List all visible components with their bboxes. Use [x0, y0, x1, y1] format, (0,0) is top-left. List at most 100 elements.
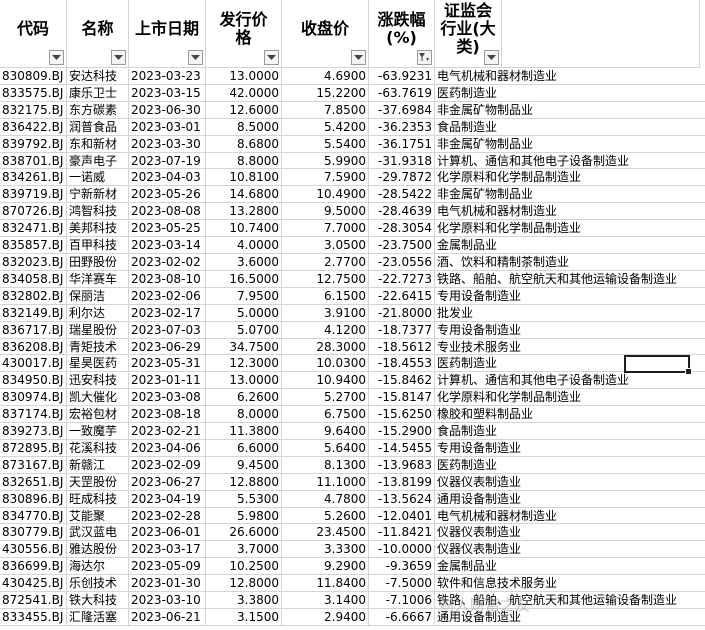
table-cell[interactable]: 830809.BJ — [0, 68, 67, 85]
table-cell[interactable]: 8.6800 — [206, 135, 282, 153]
table-cell[interactable]: 专用设备制造业 — [435, 322, 705, 339]
table-cell[interactable]: 12.3000 — [206, 355, 282, 373]
table-cell[interactable]: -15.6250 — [369, 406, 435, 424]
table-cell[interactable]: 计算机、通信和其他电子设备制造业 — [435, 153, 705, 170]
table-cell[interactable]: 430556.BJ — [0, 541, 67, 559]
table-cell[interactable]: 2023-01-11 — [129, 372, 206, 390]
table-cell[interactable]: 834058.BJ — [0, 270, 67, 288]
table-cell[interactable]: 食品制造业 — [435, 423, 705, 440]
table-cell[interactable]: 832802.BJ — [0, 287, 67, 305]
table-cell[interactable]: 6.1500 — [282, 287, 369, 305]
table-cell[interactable]: 4.7800 — [282, 490, 369, 508]
table-cell[interactable]: -15.2900 — [369, 423, 435, 440]
table-cell[interactable]: 2023-03-10 — [129, 592, 206, 609]
table-cell[interactable]: 2023-08-08 — [129, 203, 206, 221]
table-cell[interactable]: 武汉蓝电 — [67, 524, 129, 542]
table-cell[interactable]: 11.8400 — [282, 575, 369, 593]
table-cell[interactable]: 5.6400 — [282, 439, 369, 457]
table-cell[interactable]: 医药制造业 — [435, 457, 705, 474]
table-cell[interactable]: 833455.BJ — [0, 609, 67, 626]
table-cell[interactable]: 5.9900 — [282, 152, 369, 170]
table-cell[interactable]: 832175.BJ — [0, 101, 67, 119]
table-cell[interactable]: 非金属矿物制品业 — [435, 102, 705, 119]
table-cell[interactable]: 3.1500 — [206, 609, 282, 626]
table-cell[interactable]: 乐创技术 — [67, 575, 129, 593]
table-cell[interactable]: 8.5000 — [206, 118, 282, 136]
table-cell[interactable]: 电气机械和器材制造业 — [435, 68, 705, 85]
table-cell[interactable]: 迅安科技 — [67, 372, 129, 390]
table-cell[interactable]: 宁新新材 — [67, 186, 129, 204]
table-cell[interactable]: 13.0000 — [206, 68, 282, 85]
table-cell[interactable]: 化学原料和化学制品制造业 — [435, 389, 705, 407]
table-cell[interactable]: -6.6667 — [369, 609, 435, 626]
table-cell[interactable]: -23.0556 — [369, 253, 435, 271]
table-cell[interactable]: 16.5000 — [206, 270, 282, 288]
table-cell[interactable]: 瑞星股份 — [67, 321, 129, 339]
table-cell[interactable]: 化学原料和化学制品制造业 — [435, 169, 705, 187]
table-cell[interactable]: 5.2600 — [282, 507, 369, 525]
table-cell[interactable]: 润普食品 — [67, 118, 129, 136]
table-cell[interactable]: 5.4200 — [282, 118, 369, 136]
table-cell[interactable]: 2023-01-30 — [129, 575, 206, 593]
table-cell[interactable]: 2023-05-09 — [129, 558, 206, 576]
table-cell[interactable]: 15.2200 — [282, 84, 369, 102]
table-cell[interactable]: -18.7377 — [369, 321, 435, 339]
table-cell[interactable]: 12.7500 — [282, 270, 369, 288]
table-cell[interactable]: 汇隆活塞 — [67, 609, 129, 626]
table-cell[interactable]: -13.9683 — [369, 456, 435, 474]
table-cell[interactable]: 8.0000 — [206, 406, 282, 424]
table-cell[interactable]: 12.8000 — [206, 575, 282, 593]
table-cell[interactable]: 2023-08-10 — [129, 270, 206, 288]
table-cell[interactable]: 5.5400 — [282, 135, 369, 153]
table-cell[interactable]: 839792.BJ — [0, 135, 67, 153]
table-cell[interactable]: -31.9318 — [369, 152, 435, 170]
table-cell[interactable]: 4.0000 — [206, 237, 282, 254]
table-cell[interactable]: 13.0000 — [206, 372, 282, 390]
table-cell[interactable]: 830974.BJ — [0, 389, 67, 407]
table-cell[interactable]: 金属制品业 — [435, 558, 705, 576]
table-cell[interactable]: 13.2800 — [206, 203, 282, 221]
table-cell[interactable]: 仪器仪表制造业 — [435, 524, 705, 542]
table-cell[interactable]: -22.6415 — [369, 287, 435, 305]
table-cell[interactable]: 832651.BJ — [0, 473, 67, 491]
table-cell[interactable]: -14.5455 — [369, 439, 435, 457]
table-cell[interactable]: -9.3659 — [369, 558, 435, 576]
table-cell[interactable]: 839719.BJ — [0, 186, 67, 204]
table-cell[interactable]: 23.4500 — [282, 524, 369, 542]
table-cell[interactable]: 2023-02-09 — [129, 456, 206, 474]
table-cell[interactable]: -10.0000 — [369, 541, 435, 559]
table-cell[interactable]: 6.6000 — [206, 439, 282, 457]
table-cell[interactable]: 2023-06-01 — [129, 524, 206, 542]
table-cell[interactable]: 华洋赛车 — [67, 270, 129, 288]
table-cell[interactable]: 2023-02-17 — [129, 304, 206, 322]
table-cell[interactable]: -7.1006 — [369, 592, 435, 609]
table-cell[interactable]: 东和新材 — [67, 135, 129, 153]
table-cell[interactable]: 872541.BJ — [0, 592, 67, 609]
table-cell[interactable]: -63.7619 — [369, 84, 435, 102]
table-cell[interactable]: 花溪科技 — [67, 439, 129, 457]
table-cell[interactable]: 2023-03-01 — [129, 118, 206, 136]
table-cell[interactable]: -7.5000 — [369, 575, 435, 593]
table-cell[interactable]: 5.2700 — [282, 389, 369, 407]
table-cell[interactable]: 3.7000 — [206, 541, 282, 559]
table-cell[interactable]: -36.2353 — [369, 118, 435, 136]
table-cell[interactable]: -28.5422 — [369, 186, 435, 204]
table-cell[interactable]: -36.1751 — [369, 135, 435, 153]
table-cell[interactable]: 2023-05-25 — [129, 220, 206, 238]
table-cell[interactable]: 非金属矿物制品业 — [435, 186, 705, 204]
table-cell[interactable]: 2.9400 — [282, 609, 369, 626]
table-cell[interactable]: -12.0401 — [369, 507, 435, 525]
table-cell[interactable]: 艾能聚 — [67, 507, 129, 525]
table-cell[interactable]: 2023-02-06 — [129, 287, 206, 305]
table-cell[interactable]: 2023-04-06 — [129, 439, 206, 457]
table-cell[interactable]: 旺成科技 — [67, 490, 129, 508]
table-cell[interactable]: -13.8199 — [369, 473, 435, 491]
table-cell[interactable]: 专业技术服务业 — [435, 339, 705, 356]
table-cell[interactable]: 2023-02-21 — [129, 423, 206, 440]
table-cell[interactable]: 10.2500 — [206, 558, 282, 576]
table-cell[interactable]: 一诺威 — [67, 169, 129, 187]
table-cell[interactable]: 836699.BJ — [0, 558, 67, 576]
table-cell[interactable]: 3.9100 — [282, 304, 369, 322]
table-cell[interactable]: 42.0000 — [206, 84, 282, 102]
table-cell[interactable]: 26.6000 — [206, 524, 282, 542]
